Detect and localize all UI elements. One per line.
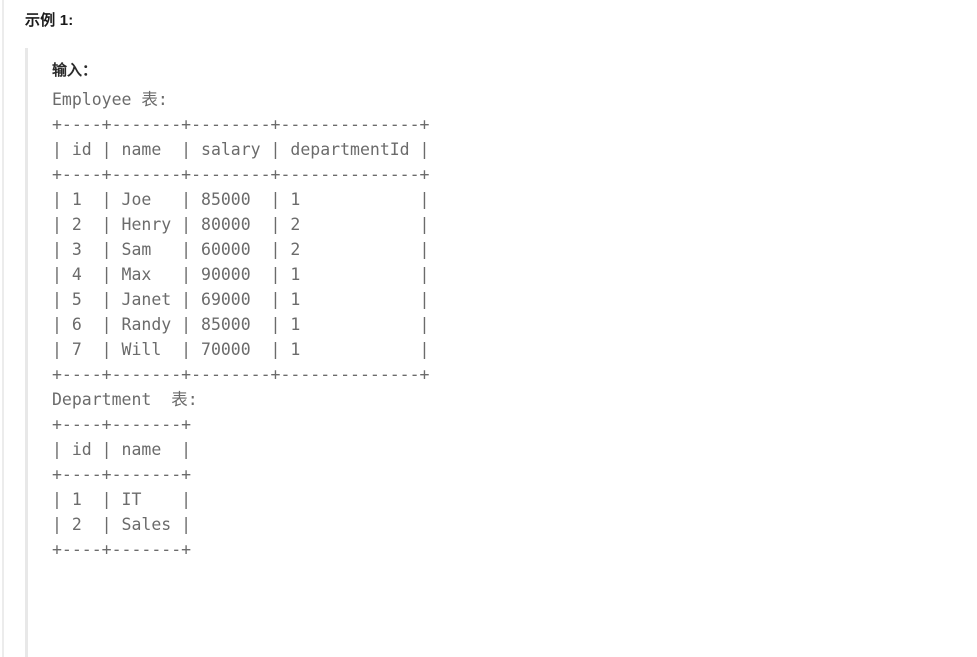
code-line: Employee 表: [52,90,168,109]
code-line: +----+-------+--------+--------------+ [52,115,430,134]
code-line: +----+-------+ [52,465,192,484]
code-line: | 2 | Sales | [52,515,192,534]
code-line: | 7 | Will | 70000 | 1 | [52,340,430,359]
code-line: +----+-------+ [52,415,192,434]
code-line: | 1 | Joe | 85000 | 1 | [52,190,430,209]
code-line: +----+-------+--------+--------------+ [52,165,430,184]
code-line: | id | name | salary | departmentId | [52,140,430,159]
code-line: | 6 | Randy | 85000 | 1 | [52,315,430,334]
code-line: | 2 | Henry | 80000 | 2 | [52,215,430,234]
code-line: | 1 | IT | [52,490,192,509]
sql-tables-code-block: Employee 表: +----+-------+--------+------… [52,87,430,562]
code-line: +----+-------+ [52,540,192,559]
code-line: | 5 | Janet | 69000 | 1 | [52,290,430,309]
input-label: 输入： [52,62,98,79]
code-line: | 3 | Sam | 60000 | 2 | [52,240,430,259]
code-line: | id | name | [52,440,192,459]
input-blockquote: 输入： Employee 表: +----+-------+--------+--… [25,48,955,657]
code-line: Department 表: [52,390,198,409]
page-title: 示例 1: [25,12,74,29]
page-left-rail [2,0,4,657]
code-line: | 4 | Max | 90000 | 1 | [52,265,430,284]
code-line: +----+-------+--------+--------------+ [52,365,430,384]
